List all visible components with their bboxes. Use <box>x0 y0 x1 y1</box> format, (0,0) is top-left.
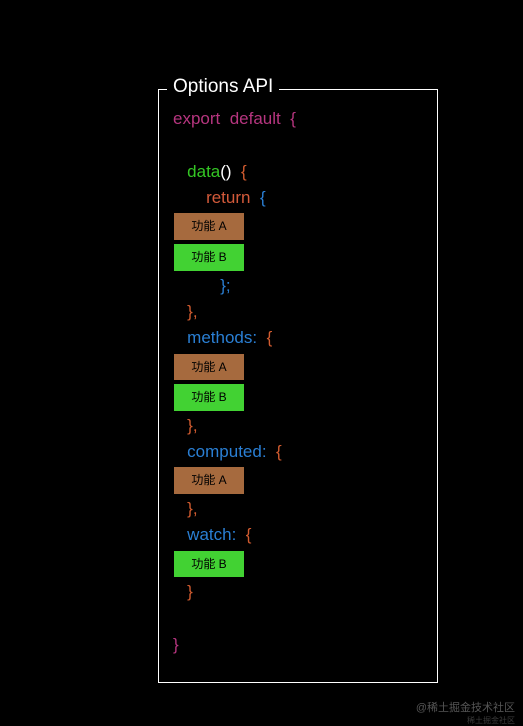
line-close-computed: }, <box>173 496 423 522</box>
keyword-default: default <box>230 109 281 128</box>
key-computed: computed: <box>187 442 266 461</box>
feature-b-badge: 功能 B <box>173 550 245 579</box>
brace: { <box>276 442 282 461</box>
line-close-methods: }, <box>173 413 423 439</box>
line-close-watch: } <box>173 579 423 605</box>
keyword-return: return <box>206 188 250 207</box>
brace: { <box>260 188 266 207</box>
comma: , <box>193 499 198 518</box>
comma: , <box>193 416 198 435</box>
feature-b-badge: 功能 B <box>173 383 245 412</box>
key-watch: watch: <box>187 525 236 544</box>
options-api-panel: Options API export default { data() { re… <box>158 89 438 683</box>
line-badge: 功能 B <box>173 242 423 273</box>
line-return: return { <box>173 185 423 211</box>
line-badge: 功能 B <box>173 549 423 580</box>
line-watch: watch: { <box>173 522 423 548</box>
feature-a-badge: 功能 A <box>173 466 245 495</box>
line-badge: 功能 B <box>173 382 423 413</box>
line-badge: 功能 A <box>173 352 423 383</box>
line-methods: methods: { <box>173 325 423 351</box>
brace: { <box>290 109 296 128</box>
brace: } <box>187 582 193 601</box>
line-blank <box>173 132 423 158</box>
panel-title: Options API <box>167 76 279 98</box>
parens: () <box>220 162 231 181</box>
comma: , <box>193 302 198 321</box>
line-blank <box>173 606 423 632</box>
line-data: data() { <box>173 159 423 185</box>
watermark-sub: 稀土掘金社区 <box>467 715 515 726</box>
line-close-data: }, <box>173 299 423 325</box>
feature-a-badge: 功能 A <box>173 353 245 382</box>
watermark: @稀土掘金技术社区 <box>416 699 515 715</box>
semicolon: ; <box>226 276 231 295</box>
feature-a-badge: 功能 A <box>173 212 245 241</box>
brace: } <box>173 635 179 654</box>
line-export: export default { <box>173 106 423 132</box>
brace: { <box>246 525 252 544</box>
keyword-export: export <box>173 109 220 128</box>
line-badge: 功能 A <box>173 211 423 242</box>
line-badge: 功能 A <box>173 465 423 496</box>
line-computed: computed: { <box>173 439 423 465</box>
feature-b-badge: 功能 B <box>173 243 245 272</box>
line-close-export: } <box>173 632 423 658</box>
line-close-return: }; <box>173 273 423 299</box>
code-block: export default { data() { return { 功能 A … <box>159 90 437 668</box>
brace: { <box>267 328 273 347</box>
key-methods: methods: <box>187 328 257 347</box>
brace: { <box>241 162 247 181</box>
fn-data: data <box>187 162 220 181</box>
